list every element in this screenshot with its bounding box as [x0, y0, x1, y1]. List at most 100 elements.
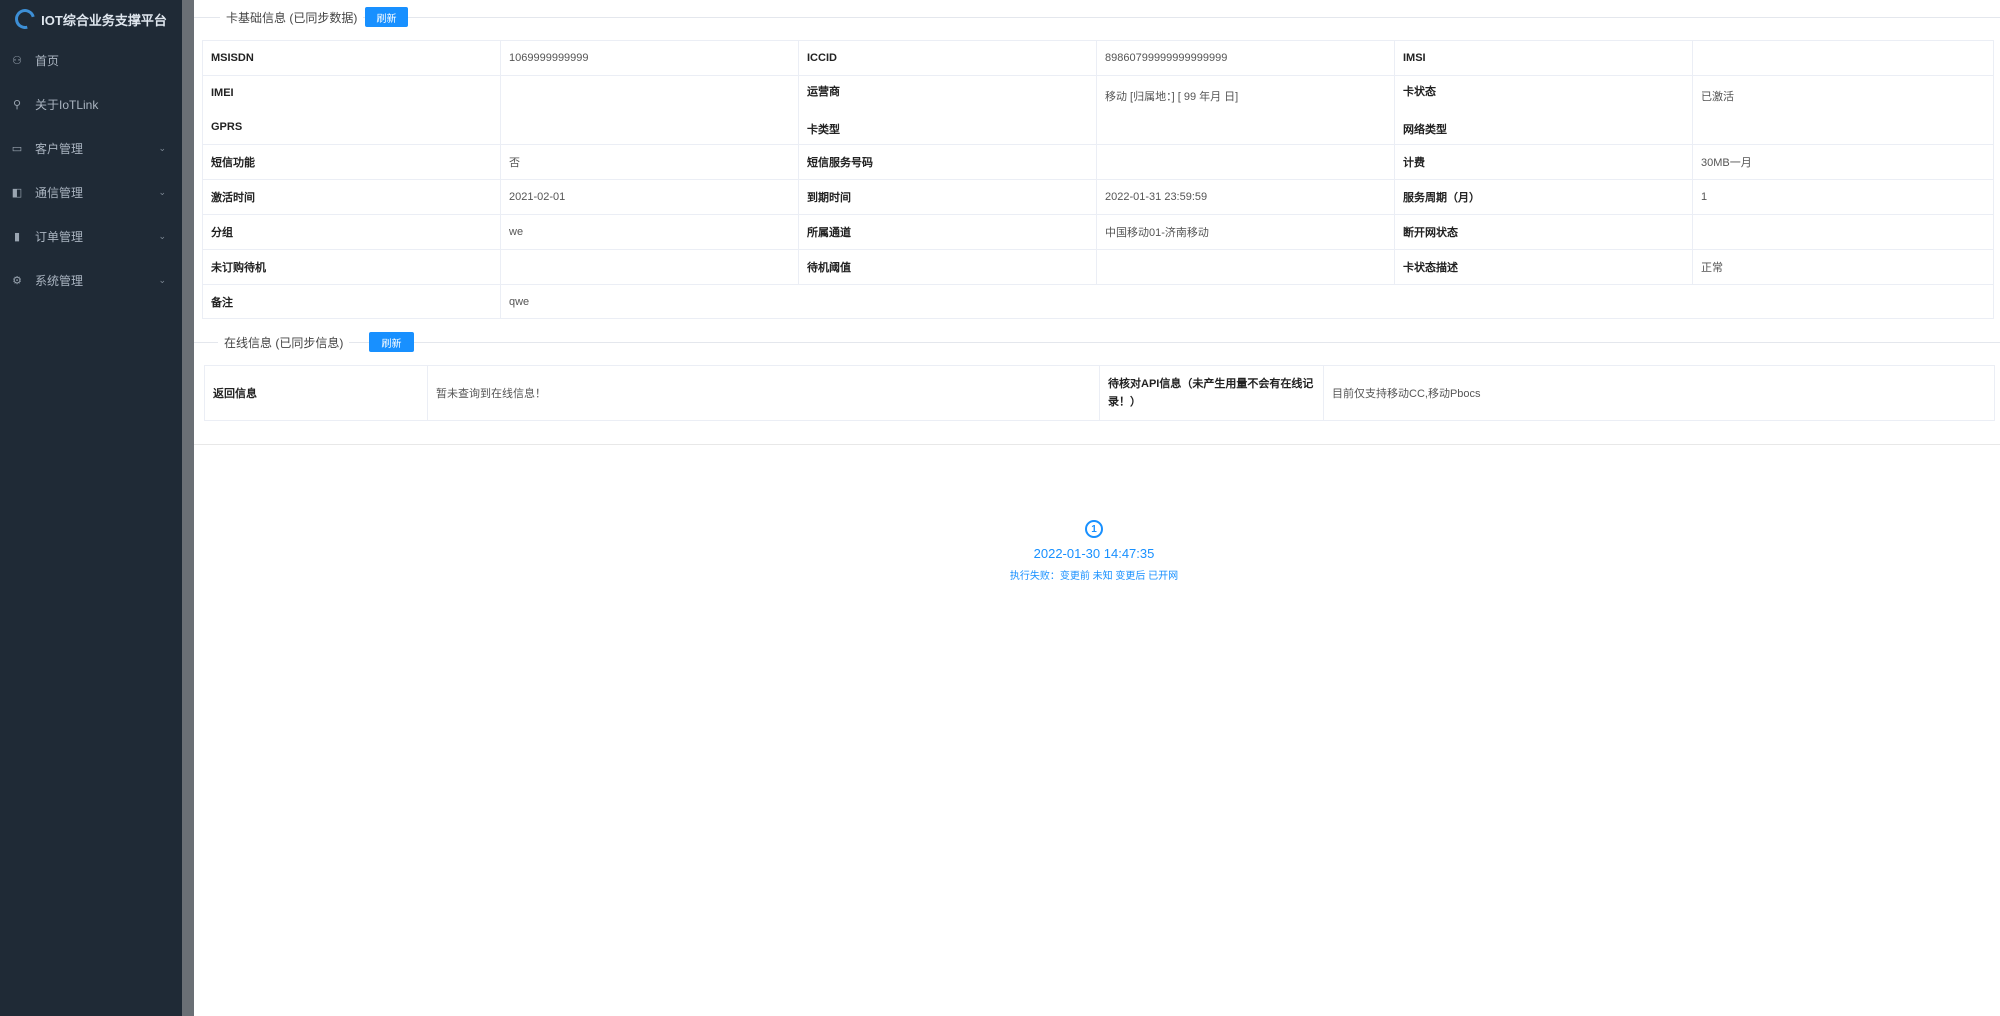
value-activation: 2021-02-01 [500, 179, 799, 215]
value-api-check: 目前仅支持移动CC,移动Pbocs [1323, 365, 1995, 421]
label-group: 分组 [202, 214, 501, 250]
label-msisdn: MSISDN [202, 40, 501, 76]
online-info-table: 返回信息 暂未查询到在线信息！ 待核对API信息（未产生用量不会有在线记录！） … [204, 365, 1995, 421]
gear-icon: ⚙ [12, 274, 22, 287]
sidebar-menu: ⚇ 首页 ⚲ 关于IoTLink ▭ 客户管理 ⌄ ◧ 通信管理 ⌄ ▮ 订单管理 ⌄ ⚙ 系统管理 ⌄ [0, 38, 182, 302]
sidebar-item-label: 系统管理 [35, 273, 84, 288]
value-iccid: 89860799999999999999 [1096, 40, 1395, 76]
chevron-down-icon: ⌄ [158, 186, 166, 197]
app-logo[interactable]: IOT综合业务支撑平台 [0, 0, 182, 38]
label-standby-threshold: 待机阈值 [798, 249, 1097, 285]
timeline-dot: 1 [1085, 520, 1103, 538]
label-status-desc: 卡状态描述 [1394, 249, 1693, 285]
value-channel: 中国移动01-济南移动 [1096, 214, 1395, 250]
value-msisdn: 1069999999999 [500, 40, 799, 76]
table-row: MSISDN 1069999999999 ICCID 8986079999999… [202, 40, 1994, 76]
table-row: IMEI GPRS 运营商 卡类型 移动 [归属地：] [ 99 年月 日] 卡… [202, 75, 1994, 145]
label-service-period: 服务周期（月） [1394, 179, 1693, 215]
sidebar-item-label: 订单管理 [35, 229, 84, 244]
monitor-icon: ▭ [11, 142, 23, 155]
sidebar-item-label: 通信管理 [35, 185, 84, 200]
card-info-table: MSISDN 1069999999999 ICCID 8986079999999… [202, 40, 1994, 319]
label-card-status: 卡状态 [1403, 86, 1436, 98]
online-refresh-button[interactable]: 刷新 [369, 332, 414, 352]
value-expiry: 2022-01-31 23:59:59 [1096, 179, 1395, 215]
label-sms-number: 短信服务号码 [798, 144, 1097, 180]
value-card-status-text: 已激活 [1701, 91, 1734, 103]
value-carrier-text: 移动 [归属地：] [ 99 年月 日] [1105, 91, 1239, 103]
card-icon: ◧ [11, 186, 23, 199]
value-imsi [1692, 40, 1994, 76]
label-status-network: 卡状态 网络类型 [1394, 75, 1693, 145]
sidebar-item-2[interactable]: ▭ 客户管理 ⌄ [0, 126, 182, 170]
dashboard-icon: ⚇ [12, 54, 22, 67]
guide-icon: ⚲ [12, 98, 22, 111]
value-card-status: 已激活 [1692, 75, 1994, 145]
label-card-type: 卡类型 [807, 124, 840, 136]
value-disconnect-status [1692, 214, 1994, 250]
main-content: 卡基础信息 (已同步数据) 刷新 MSISDN 1069999999999 IC… [194, 0, 2000, 1016]
label-sms: 短信功能 [202, 144, 501, 180]
sidebar-item-0[interactable]: ⚇ 首页 [0, 38, 182, 82]
value-standby [500, 249, 799, 285]
label-disconnect-status: 断开网状态 [1394, 214, 1693, 250]
sidebar-item-label: 关于IoTLink [35, 97, 99, 112]
sidebar-item-label: 客户管理 [35, 141, 84, 156]
table-row: 分组 we 所属通道 中国移动01-济南移动 断开网状态 [202, 214, 1994, 250]
label-carrier-cardtype: 运营商 卡类型 [798, 75, 1097, 145]
online-info-title: 在线信息 (已同步信息) [218, 333, 350, 351]
value-billing: 30MB一月 [1692, 144, 1994, 180]
chevron-down-icon: ⌄ [158, 230, 166, 241]
label-network-type: 网络类型 [1403, 124, 1447, 136]
label-activation: 激活时间 [202, 179, 501, 215]
value-status-desc: 正常 [1692, 249, 1994, 285]
table-row: 未订购待机 待机阈值 卡状态描述 正常 [202, 249, 1994, 285]
sidebar-item-4[interactable]: ▮ 订单管理 ⌄ [0, 214, 182, 258]
label-remark: 备注 [202, 284, 501, 319]
label-iccid: ICCID [798, 40, 1097, 76]
chart-icon: ▮ [13, 230, 21, 243]
value-return-info: 暂未查询到在线信息！ [427, 365, 1100, 421]
chevron-down-icon: ⌄ [158, 274, 166, 285]
value-service-period: 1 [1692, 179, 1994, 215]
label-billing: 计费 [1394, 144, 1693, 180]
value-sms: 否 [500, 144, 799, 180]
card-info-header: 卡基础信息 (已同步数据) 刷新 [194, 5, 2000, 29]
table-row: 短信功能 否 短信服务号码 计费 30MB一月 [202, 144, 1994, 180]
table-row: 激活时间 2021-02-01 到期时间 2022-01-31 23:59:59… [202, 179, 1994, 215]
label-imei-gprs: IMEI GPRS [202, 75, 501, 145]
label-imei: IMEI [211, 87, 234, 99]
logo-icon [11, 5, 39, 33]
label-return-info: 返回信息 [204, 365, 428, 421]
label-carrier: 运营商 [807, 86, 840, 98]
value-group: we [500, 214, 799, 250]
value-carrier: 移动 [归属地：] [ 99 年月 日] [1096, 75, 1395, 145]
table-row: 返回信息 暂未查询到在线信息！ 待核对API信息（未产生用量不会有在线记录！） … [204, 365, 1995, 421]
section-divider [194, 444, 2000, 445]
value-remark: qwe [500, 284, 1994, 319]
label-api-check: 待核对API信息（未产生用量不会有在线记录！） [1099, 365, 1324, 421]
sidebar-item-3[interactable]: ◧ 通信管理 ⌄ [0, 170, 182, 214]
label-expiry: 到期时间 [798, 179, 1097, 215]
sidebar-item-label: 首页 [35, 53, 60, 68]
sidebar-item-1[interactable]: ⚲ 关于IoTLink [0, 82, 182, 126]
timeline: 1 2022-01-30 14:47:35 执行失败：变更前 未知 变更后 已开… [894, 520, 1294, 582]
sidebar-scrollbar[interactable] [182, 0, 194, 1016]
sidebar: IOT综合业务支撑平台 ⚇ 首页 ⚲ 关于IoTLink ▭ 客户管理 ⌄ ◧ 通信管理 ⌄ ▮ 订单… [0, 0, 182, 1016]
label-channel: 所属通道 [798, 214, 1097, 250]
value-standby-threshold [1096, 249, 1395, 285]
table-row: 备注 qwe [202, 284, 1994, 319]
app-title: IOT综合业务支撑平台 [41, 12, 167, 28]
online-info-header: 在线信息 (已同步信息) 刷新 [194, 330, 2000, 354]
value-imei-gprs [500, 75, 799, 145]
timeline-time: 2022-01-30 14:47:35 [1033, 546, 1155, 561]
timeline-desc: 执行失败：变更前 未知 变更后 已开网 [1009, 571, 1179, 582]
sidebar-item-5[interactable]: ⚙ 系统管理 ⌄ [0, 258, 182, 302]
card-info-title: 卡基础信息 (已同步数据) [220, 8, 364, 26]
card-refresh-button[interactable]: 刷新 [365, 7, 408, 27]
label-standby: 未订购待机 [202, 249, 501, 285]
label-gprs: GPRS [211, 121, 243, 133]
label-imsi: IMSI [1394, 40, 1693, 76]
chevron-down-icon: ⌄ [158, 142, 166, 153]
value-sms-number [1096, 144, 1395, 180]
